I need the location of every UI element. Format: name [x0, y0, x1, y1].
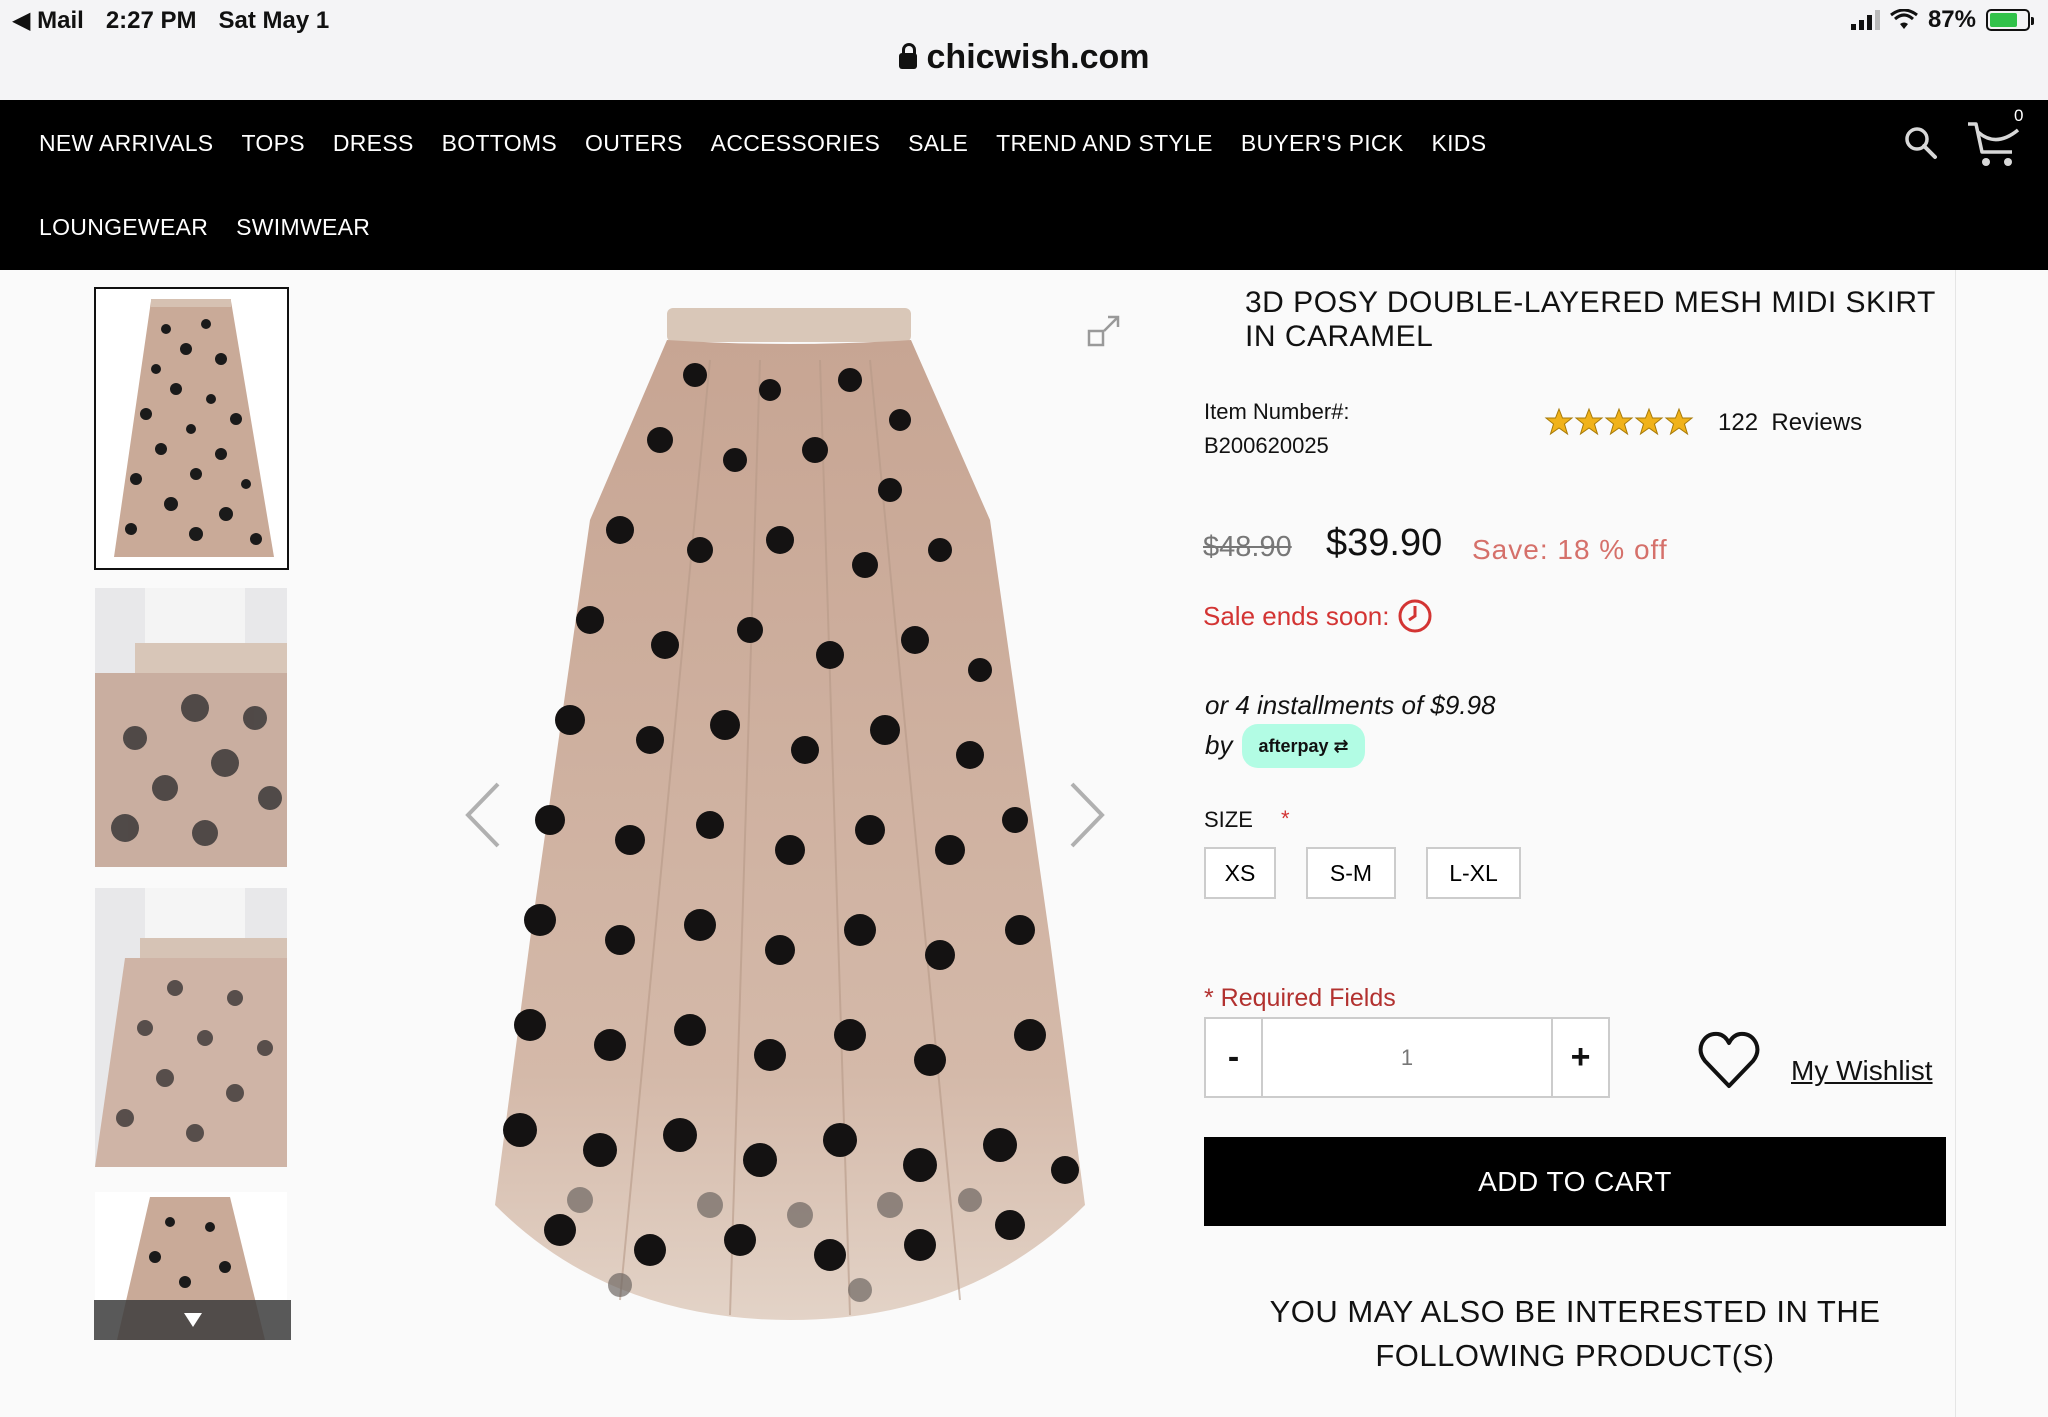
- my-wishlist-link[interactable]: My Wishlist: [1791, 1055, 1933, 1087]
- status-left: ◀ Mail 2:27 PM Sat May 1: [12, 6, 329, 35]
- reviews-link[interactable]: 122 Reviews: [1718, 409, 1862, 437]
- installments-info: or 4 installments of $9.98 by afterpay ⇄: [1205, 686, 1496, 768]
- installments-provider: by afterpay ⇄: [1205, 724, 1496, 768]
- size-option-l-xl[interactable]: L-XL: [1426, 847, 1521, 899]
- status-right: 87%: [1850, 6, 2034, 34]
- wifi-icon: [1890, 9, 1918, 29]
- nav-accessories[interactable]: ACCESSORIES: [711, 130, 880, 157]
- size-option-s-m[interactable]: S-M: [1306, 847, 1396, 899]
- page-edge-divider: [1955, 270, 1956, 1417]
- thumbnail-1[interactable]: [94, 287, 289, 570]
- afterpay-label: afterpay: [1258, 736, 1329, 756]
- nav-loungewear[interactable]: LOUNGEWEAR: [39, 214, 208, 241]
- item-number-label: Item Number#:: [1204, 399, 1350, 424]
- nav-kids[interactable]: KIDS: [1431, 130, 1486, 157]
- nav-row-1: NEW ARRIVALS TOPS DRESS BOTTOMS OUTERS A…: [39, 130, 1486, 157]
- thumbnail-side-view-image: [95, 888, 287, 1167]
- previous-image-arrow-icon[interactable]: [460, 780, 504, 850]
- expand-image-icon[interactable]: [1086, 313, 1122, 349]
- nav-trend-and-style[interactable]: TREND AND STYLE: [996, 130, 1213, 157]
- status-date: Sat May 1: [218, 6, 330, 34]
- search-icon[interactable]: [1904, 126, 1938, 160]
- main-product-image: [495, 308, 1085, 1320]
- add-to-cart-button[interactable]: ADD TO CART: [1204, 1137, 1946, 1226]
- installments-text: or 4 installments of $9.98: [1205, 690, 1496, 720]
- related-products-heading: YOU MAY ALSO BE INTERESTED IN THE FOLLOW…: [1269, 1294, 1881, 1373]
- nav-new-arrivals[interactable]: NEW ARRIVALS: [39, 130, 213, 157]
- item-number: Item Number#: B200620025: [1204, 395, 1350, 463]
- status-time: 2:27 PM: [105, 6, 197, 34]
- back-to-mail-link[interactable]: ◀ Mail: [12, 6, 84, 35]
- required-fields-note: * Required Fields: [1204, 984, 1396, 1012]
- address-bar[interactable]: chicwish.com: [0, 38, 2048, 77]
- save-percent: Save: 18 % off: [1472, 534, 1668, 565]
- nav-outers[interactable]: OUTERS: [585, 130, 683, 157]
- nav-swimwear[interactable]: SWIMWEAR: [236, 214, 370, 241]
- nav-dress[interactable]: DRESS: [333, 130, 414, 157]
- triangle-down-icon: [183, 1313, 202, 1327]
- sale-ends-notice: Sale ends soon:: [1203, 598, 1433, 634]
- thumbnail-2[interactable]: [95, 588, 287, 867]
- sale-ends-text: Sale ends soon:: [1203, 600, 1390, 631]
- quantity-decrease-button[interactable]: -: [1206, 1019, 1263, 1096]
- heart-icon[interactable]: [1696, 1028, 1762, 1094]
- battery-percent: 87%: [1927, 6, 1976, 33]
- nav-tops[interactable]: TOPS: [241, 130, 304, 157]
- cart-count-badge: 0: [2014, 106, 2024, 125]
- status-bar: ◀ Mail 2:27 PM Sat May 1 87% chicwish.co…: [0, 0, 2048, 100]
- thumbnail-scroll-down-button[interactable]: [94, 1300, 291, 1340]
- product-title: 3D POSY DOUBLE-LAYERED MESH MIDI SKIRT I…: [1245, 286, 1936, 353]
- afterpay-badge[interactable]: afterpay ⇄: [1242, 724, 1365, 768]
- thumbnail-skirt-image: [96, 289, 287, 568]
- quantity-increase-button[interactable]: +: [1551, 1019, 1608, 1096]
- clock-icon: [1398, 599, 1432, 633]
- nav-sale[interactable]: SALE: [908, 130, 968, 157]
- signal-icon: [1850, 10, 1880, 30]
- nav-row-2: LOUNGEWEAR SWIMWEAR: [39, 214, 370, 241]
- thumbnail-waist-detail-image: [95, 588, 287, 867]
- battery-icon: [1986, 9, 2034, 31]
- rating-stars[interactable]: [1544, 407, 1694, 437]
- nav-bottoms[interactable]: BOTTOMS: [442, 130, 557, 157]
- quantity-input[interactable]: [1263, 1019, 1551, 1096]
- lock-icon: [898, 43, 917, 69]
- size-option-xs[interactable]: XS: [1204, 847, 1276, 899]
- url-text: chicwish.com: [926, 38, 1150, 76]
- next-image-arrow-icon[interactable]: [1066, 780, 1110, 850]
- star-rating-icon: [1544, 407, 1694, 436]
- by-text: by: [1205, 730, 1233, 760]
- thumbnail-3[interactable]: [95, 888, 287, 1167]
- size-required-marker: *: [1281, 806, 1290, 831]
- quantity-stepper: - +: [1204, 1017, 1610, 1098]
- sale-price: $39.90: [1326, 522, 1443, 564]
- nav-buyers-pick[interactable]: BUYER'S PICK: [1241, 130, 1404, 157]
- item-number-value: B200620025: [1204, 433, 1329, 458]
- main-navigation: NEW ARRIVALS TOPS DRESS BOTTOMS OUTERS A…: [0, 100, 2048, 270]
- original-price: $48.90: [1203, 531, 1292, 563]
- size-label: SIZE: [1204, 807, 1253, 832]
